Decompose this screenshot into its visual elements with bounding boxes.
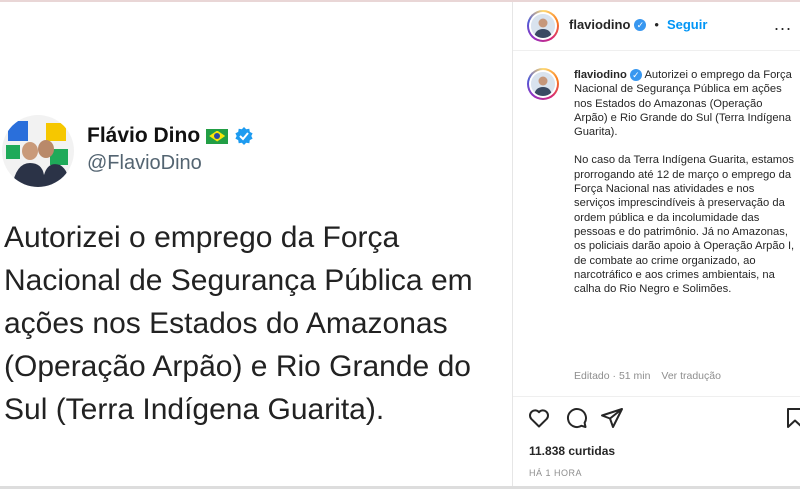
tweet-author-name-text: Flávio Dino bbox=[87, 124, 201, 147]
verified-icon bbox=[235, 127, 253, 145]
caption-meta: Editado · 51 min Ver tradução bbox=[574, 370, 729, 382]
edited-timestamp: Editado · 51 min bbox=[574, 370, 651, 382]
tweet-avatar bbox=[2, 115, 74, 187]
brazil-flag-icon bbox=[206, 128, 229, 144]
caption-avatar[interactable] bbox=[527, 68, 559, 100]
verified-icon: ✓ bbox=[629, 69, 642, 81]
tweet-author-name: Flávio Dino bbox=[87, 124, 254, 148]
heart-icon[interactable] bbox=[527, 406, 551, 430]
actions-divider bbox=[513, 396, 800, 397]
post-header: flaviodino ✓ • Seguir ... bbox=[513, 2, 800, 51]
separator-dot: • bbox=[654, 17, 659, 32]
post-sidebar: flaviodino ✓ • Seguir ... flaviodino ✓ A… bbox=[513, 2, 800, 486]
post-time: HÁ 1 HORA bbox=[529, 468, 583, 478]
post-caption: flaviodino ✓ Autorizei o emprego da Forç… bbox=[574, 68, 798, 296]
comment-icon[interactable] bbox=[564, 406, 588, 430]
post-image: Flávio Dino @FlavioDino Autorizei o empr… bbox=[0, 2, 512, 486]
header-avatar[interactable] bbox=[527, 10, 559, 42]
more-options-icon[interactable]: ... bbox=[774, 14, 792, 35]
caption-paragraph-2: No caso da Terra Indígena Guarita, estam… bbox=[574, 154, 795, 296]
tweet-text: Autorizei o emprego da Força Nacional de… bbox=[4, 221, 473, 426]
verified-icon: ✓ bbox=[634, 18, 647, 31]
header-user: flaviodino ✓ • Seguir bbox=[569, 17, 707, 32]
follow-button[interactable]: Seguir bbox=[667, 17, 707, 32]
caption-username[interactable]: flaviodino bbox=[574, 69, 627, 81]
header-username[interactable]: flaviodino bbox=[569, 17, 630, 32]
bookmark-icon[interactable] bbox=[783, 406, 800, 430]
tweet-author-handle: @FlavioDino bbox=[87, 152, 202, 174]
share-icon[interactable] bbox=[600, 406, 624, 430]
likes-count[interactable]: 11.838 curtidas bbox=[529, 444, 615, 458]
translate-link[interactable]: Ver tradução bbox=[661, 370, 721, 382]
